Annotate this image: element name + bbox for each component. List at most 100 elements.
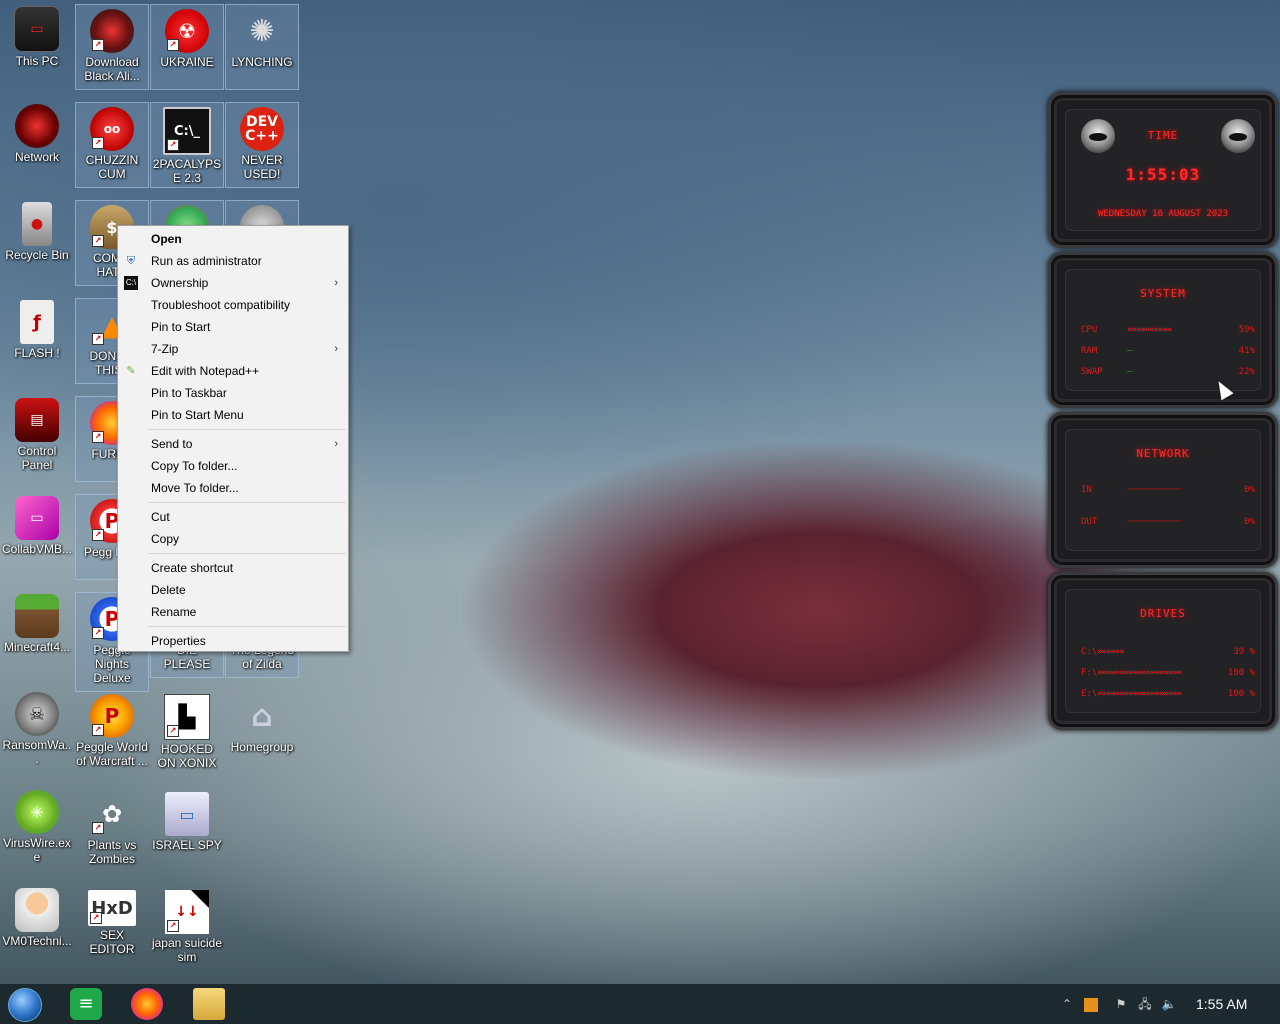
system-panel: SYSTEM CPU »»»»»»»»»» 59% RAM — 41% SWAP — 22% [1048, 252, 1278, 408]
desktop-icon-minecraft[interactable]: Minecraft4... [0, 590, 74, 676]
menu-item-run-as-admin[interactable]: ⛨ Run as administrator [118, 250, 348, 272]
icon-label: FLASH ! [14, 346, 60, 360]
desktop-icon-collabvm[interactable]: ▭ CollabVMB... [0, 492, 74, 578]
chevron-right-icon: › [334, 343, 338, 355]
dev-cpp-icon: DEV C++ [240, 107, 284, 151]
time-title: TIME [1147, 129, 1179, 142]
menu-item-label: Ownership [151, 276, 209, 290]
menu-item-delete[interactable]: Delete [118, 579, 348, 601]
e-bar: »»»»»»»»»»»»»»»»»»» [1097, 689, 1182, 699]
row-value: 100 % [1227, 668, 1255, 678]
menu-separator [148, 502, 346, 503]
firefox-icon[interactable] [131, 988, 163, 1020]
peggle-icon: P ↗ [90, 694, 134, 738]
app-tray-icon[interactable] [1082, 984, 1100, 1024]
monitor-icon: ▭ [14, 6, 60, 52]
menu-item-label: Run as administrator [151, 254, 262, 268]
desktop-icon-control-panel[interactable]: ▤ Control Panel [0, 394, 74, 480]
desktop-icon-vm0techni[interactable]: VM0Techni... [0, 884, 74, 970]
menu-item-copy[interactable]: Copy [118, 528, 348, 550]
minecraft-icon [15, 594, 59, 638]
menu-item-properties[interactable]: Properties [118, 630, 348, 652]
menu-item-rename[interactable]: Rename [118, 601, 348, 623]
desktop-icon-ransomware[interactable]: ☠ RansomWa... [0, 688, 74, 774]
system-monitor-widget[interactable]: TIME 1:55:03 WEDNESDAY 16 AUGUST 2023 SY… [1048, 92, 1278, 732]
row-key: RAM [1081, 346, 1098, 356]
system-row-cpu: CPU »»»»»»»»»» 59% [1081, 325, 1255, 337]
action-center-flag-icon[interactable]: ⚑ [1112, 984, 1130, 1024]
desktop-icon-recycle-bin[interactable]: ● Recycle Bin [0, 198, 74, 284]
desktop-icon-this-pc[interactable]: ▭ This PC [0, 2, 74, 88]
row-key: IN [1081, 485, 1092, 495]
icon-label: CollabVMB... [1, 542, 73, 556]
desktop-icon-japan-suicide-sim[interactable]: ↓↓ ↗ japan suicide sim [150, 886, 224, 972]
desktop-icon-flash[interactable]: ƒ FLASH ! [0, 296, 74, 382]
icon-label: This PC [15, 54, 59, 68]
time-date: WEDNESDAY 16 AUGUST 2023 [1097, 209, 1229, 219]
notepad-icon: ✎ [126, 365, 136, 377]
start-orb-icon[interactable] [8, 988, 42, 1022]
shield-icon: ⛨ [126, 255, 136, 267]
menu-item-open[interactable]: Open [118, 228, 348, 250]
icon-label: SEX EDITOR [89, 928, 135, 956]
menu-item-pin-to-taskbar[interactable]: Pin to Taskbar [118, 382, 348, 404]
time-clock: 1:55:03 [1125, 165, 1201, 184]
desktop-icon-2pacalypse[interactable]: C:\_ ↗ 2PACALYPSE 2.3 [150, 102, 224, 188]
file-explorer-icon[interactable] [193, 988, 225, 1020]
menu-item-move-to-folder[interactable]: Move To folder... [118, 477, 348, 499]
icon-label: CHUZZIN CUM [85, 153, 139, 181]
desktop-icon-ukraine[interactable]: ☢ ↗ UKRAINE [150, 4, 224, 90]
menu-item-label: Create shortcut [151, 561, 234, 575]
plant-icon: ✿ ↗ [90, 792, 134, 836]
homegroup-icon: ⌂ [251, 698, 273, 734]
desktop-icon-sex-editor[interactable]: HxD ↗ SEX EDITOR [75, 886, 149, 972]
system-row-swap: SWAP — 22% [1081, 367, 1255, 379]
system-row-ram: RAM — 41% [1081, 346, 1255, 358]
menu-item-cut[interactable]: Cut [118, 506, 348, 528]
desktop-icon-never-used[interactable]: DEV C++ NEVER USED! [225, 102, 299, 188]
volume-icon[interactable]: 🔈 [1160, 984, 1178, 1024]
desktop-icon-chuzzin-cum[interactable]: oo ↗ CHUZZIN CUM [75, 102, 149, 188]
menu-item-label: Send to [151, 437, 193, 451]
collabvm-icon: ▭ [15, 496, 59, 540]
desktop-icon-network[interactable]: Network [0, 100, 74, 186]
taskbar-clock[interactable]: 1:55 AM [1196, 984, 1247, 1024]
desktop-icon-hooked-on-xonix[interactable]: ▙ ↗ HOOKED ON XONIX [150, 690, 224, 776]
flash-icon: ƒ [20, 300, 54, 344]
desktop-icon-lynching[interactable]: ✺ LYNCHING [225, 4, 299, 90]
f-bar: »»»»»»»»»»»»»»»»»»» [1097, 668, 1182, 678]
icon-label: Recycle Bin [5, 248, 69, 262]
menu-item-pin-to-start[interactable]: Pin to Start [118, 316, 348, 338]
menu-item-notepadpp[interactable]: ✎ Edit with Notepad++ [118, 360, 348, 382]
menu-item-ownership[interactable]: C:\ Ownership › [118, 272, 348, 294]
icon-label: Network [14, 150, 59, 164]
row-value: 39 % [1233, 647, 1255, 657]
menu-item-pin-to-start-menu[interactable]: Pin to Start Menu [118, 404, 348, 426]
menu-item-send-to[interactable]: Send to › [118, 433, 348, 455]
desktop-icon-plants-vs-zombies[interactable]: ✿ ↗ Plants vs Zombies [75, 788, 149, 874]
menu-item-label: Copy [151, 532, 180, 546]
desktop-icon-peggle-wow[interactable]: P ↗ Peggle World of Warcraft ... [75, 690, 149, 776]
icon-label: NEVER USED! [241, 153, 283, 181]
out-graph: ──────────── [1127, 517, 1181, 527]
menu-item-create-shortcut[interactable]: Create shortcut [118, 557, 348, 579]
row-key: CPU [1081, 325, 1098, 335]
network-tray-icon[interactable]: 🖧 [1136, 984, 1154, 1024]
menu-item-label: Rename [151, 605, 197, 619]
spy-computer-icon: ▭ [165, 792, 209, 836]
chevron-up-icon[interactable]: ⌃ [1058, 984, 1076, 1024]
desktop-icon-israel-spy[interactable]: ▭ ISRAEL SPY [150, 788, 224, 874]
row-key: C:\ [1081, 647, 1098, 657]
desktop-icon-viruswire[interactable]: ✳ VirusWire.exe [0, 786, 74, 872]
recycle-bin-icon: ● [22, 202, 52, 246]
row-key: SWAP [1081, 367, 1103, 377]
notes-icon[interactable]: ≡ [70, 988, 102, 1020]
menu-item-copy-to-folder[interactable]: Copy To folder... [118, 455, 348, 477]
icon-label: ISRAEL SPY [152, 838, 222, 852]
control-panel-icon: ▤ [15, 398, 59, 442]
desktop-icon-download-black-alien[interactable]: ↗ Download Black Ali... [75, 4, 149, 90]
desktop-icon-homegroup[interactable]: ⌂ Homegroup [225, 690, 299, 776]
menu-item-troubleshoot[interactable]: Troubleshoot compatibility [118, 294, 348, 316]
skull-icon: ☠ [15, 692, 59, 736]
menu-item-7zip[interactable]: 7-Zip › [118, 338, 348, 360]
